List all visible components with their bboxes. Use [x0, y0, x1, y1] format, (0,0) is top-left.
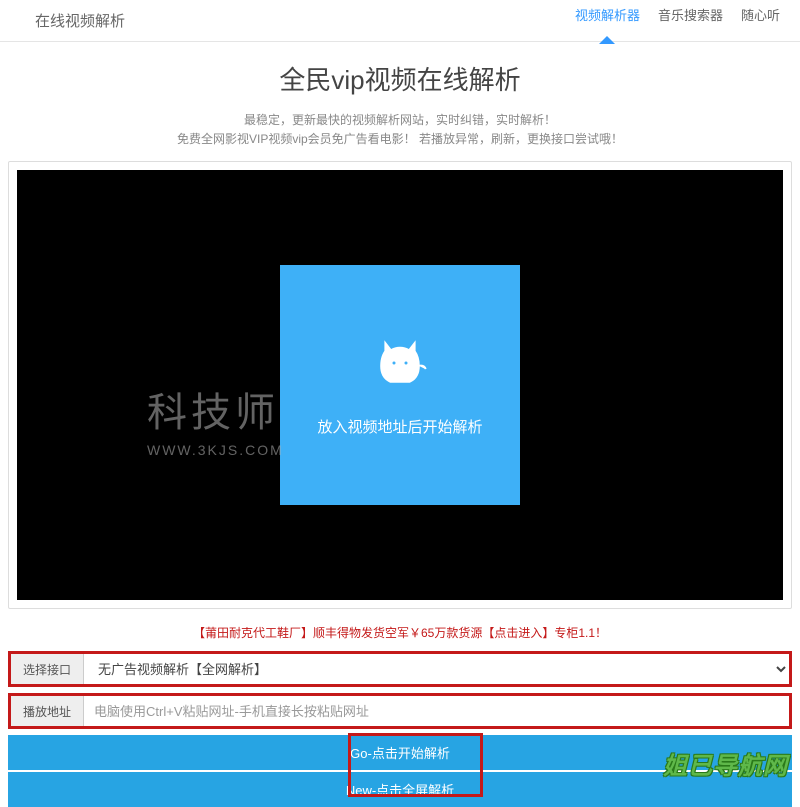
nav-music-search[interactable]: 音乐搜索器 — [658, 5, 723, 36]
video-player[interactable]: 科技师 WWW.3KJS.COM 放入视频地址后开始解析 — [17, 170, 783, 600]
nav: 视频解析器 音乐搜索器 随心听 — [575, 5, 780, 36]
player-placeholder-text: 放入视频地址后开始解析 — [317, 416, 482, 437]
watermark-main: 科技师 — [147, 380, 284, 438]
nav-video-parser[interactable]: 视频解析器 — [575, 5, 640, 36]
new-button[interactable]: New-点击全屏解析 — [8, 772, 792, 807]
subtitle-line1: 最稳定，更新最快的视频解析网站，实时纠错，实时解析！ — [0, 111, 800, 130]
brand-title: 在线视频解析 — [35, 10, 125, 31]
go-button[interactable]: Go-点击开始解析 — [8, 735, 792, 770]
watermark: 科技师 WWW.3KJS.COM — [147, 380, 284, 458]
address-input[interactable] — [84, 696, 789, 726]
ad-link[interactable]: 【莆田耐克代工鞋厂】顺丰得物发货空军￥65万款货源【点击进入】专柜1.1！ — [0, 624, 800, 641]
nav-listen[interactable]: 随心听 — [741, 5, 780, 36]
address-label: 播放地址 — [11, 696, 84, 726]
interface-row: 选择接口 无广告视频解析【全网解析】 — [8, 651, 792, 687]
page-title: 全民vip视频在线解析 — [0, 60, 800, 97]
cat-icon — [370, 333, 430, 398]
button-row: Go-点击开始解析 New-点击全屏解析 — [8, 735, 792, 807]
interface-select[interactable]: 无广告视频解析【全网解析】 — [84, 654, 789, 684]
player-placeholder: 放入视频地址后开始解析 — [280, 265, 520, 505]
header: 在线视频解析 视频解析器 音乐搜索器 随心听 — [0, 0, 800, 42]
subtitle-line2: 免费全网影视VIP视频vip会员免广告看电影！ 若播放异常，刷新，更换接口尝试哦… — [0, 130, 800, 149]
address-row: 播放地址 — [8, 693, 792, 729]
subtitle: 最稳定，更新最快的视频解析网站，实时纠错，实时解析！ 免费全网影视VIP视频vi… — [0, 111, 800, 149]
interface-label: 选择接口 — [11, 654, 84, 684]
video-container: 科技师 WWW.3KJS.COM 放入视频地址后开始解析 — [8, 161, 792, 609]
watermark-sub: WWW.3KJS.COM — [147, 442, 284, 458]
